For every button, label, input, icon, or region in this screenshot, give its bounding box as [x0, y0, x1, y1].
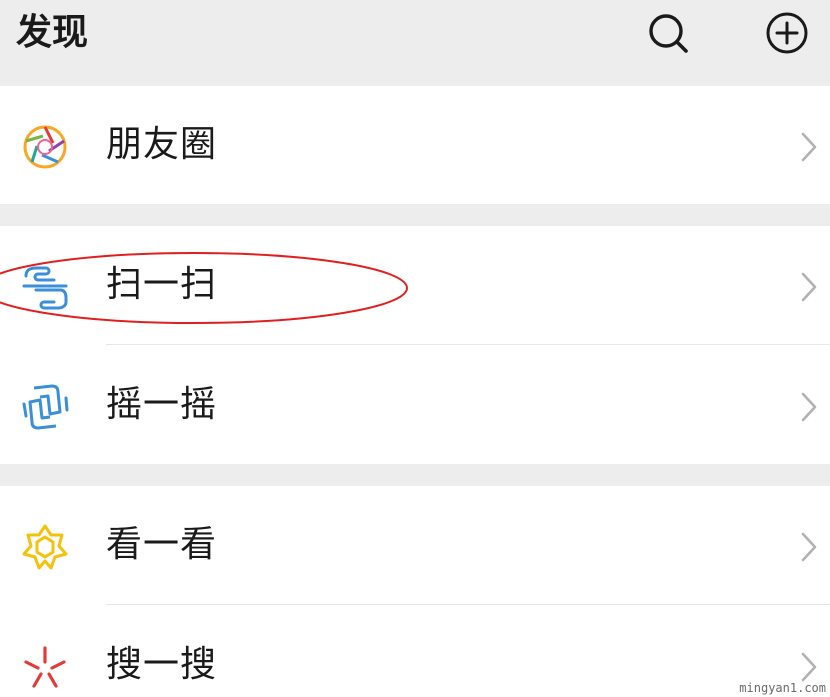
shake-phone-icon — [22, 384, 69, 430]
divider — [106, 604, 830, 605]
tools-group: 扫一扫 摇一摇 — [0, 226, 830, 464]
list-item-scan[interactable]: 扫一扫 — [0, 226, 830, 344]
top-stories-icon — [22, 524, 68, 570]
chevron-right-icon — [801, 532, 817, 562]
divider — [106, 344, 830, 345]
chevron-right-icon — [801, 272, 817, 302]
search-label: 搜一搜 — [106, 644, 218, 685]
shake-label: 摇一摇 — [106, 384, 218, 425]
search-icon[interactable] — [645, 10, 691, 56]
scan-icon — [22, 266, 68, 310]
plus-circle-icon[interactable] — [764, 10, 810, 56]
list-item-shake[interactable]: 摇一摇 — [0, 346, 830, 464]
discover-group: 看一看 搜一搜 — [0, 486, 830, 697]
list-item-moments[interactable]: 朋友圈 — [0, 86, 830, 204]
scan-label: 扫一扫 — [106, 264, 218, 305]
watermark-text: mingyan1.com — [739, 681, 826, 695]
chevron-right-icon — [801, 132, 817, 162]
moments-group: 朋友圈 — [0, 86, 830, 204]
search-burst-icon — [24, 646, 66, 688]
list-item-top-stories[interactable]: 看一看 — [0, 486, 830, 604]
top-bar: 发现 — [0, 0, 830, 84]
chevron-right-icon — [801, 392, 817, 422]
moments-label: 朋友圈 — [106, 124, 218, 165]
chevron-right-icon — [801, 652, 817, 682]
page-title: 发现 — [16, 12, 89, 53]
top-stories-label: 看一看 — [106, 524, 218, 565]
list-item-search[interactable]: 搜一搜 — [0, 606, 830, 697]
moments-aperture-icon — [23, 125, 67, 169]
